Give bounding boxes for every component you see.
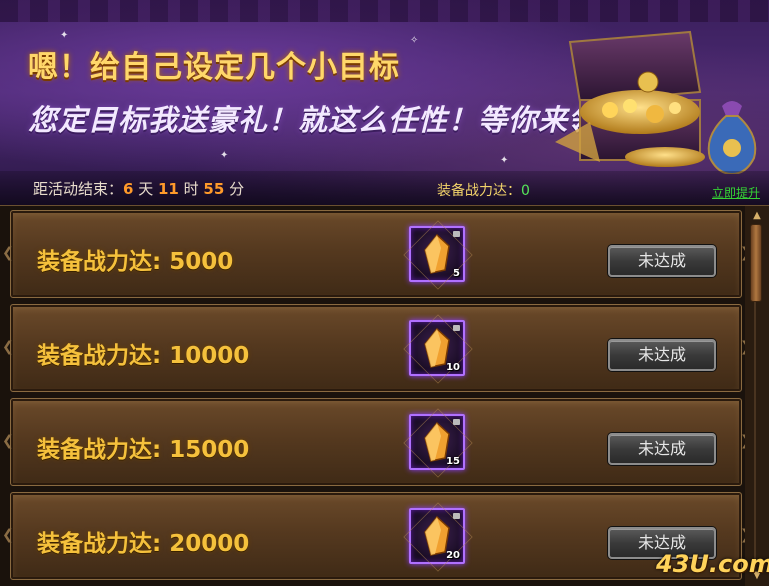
banner-curtain xyxy=(0,0,769,22)
reward-quantity: 5 xyxy=(453,268,460,279)
reward-quantity: 15 xyxy=(446,456,460,467)
sparkle-icon: ✦ xyxy=(60,30,69,41)
lock-icon xyxy=(453,325,460,331)
reward-quantity: 10 xyxy=(446,362,460,373)
row-ornament-icon: ❮ xyxy=(2,433,14,449)
goal-row: ❮ ❯ 装备战力达: 20000 20 未达成 xyxy=(2,492,745,580)
row-ornament-icon: ❮ xyxy=(2,339,14,355)
countdown-hours: 11 xyxy=(158,180,179,198)
orange-crystal-icon xyxy=(424,234,450,274)
reward-item-slot[interactable]: 20 xyxy=(403,502,473,572)
goal-row: ❮ ❯ 装备战力达: 10000 10 未达成 xyxy=(2,304,745,392)
goal-requirement: 装备战力达: 20000 xyxy=(37,531,250,557)
banner-headline: 嗯！给自己设定几个小目标 xyxy=(28,50,400,85)
countdown-minutes-unit: 分 xyxy=(224,180,245,198)
lock-icon xyxy=(453,231,460,237)
countdown-days: 6 xyxy=(123,180,134,198)
reward-item-slot[interactable]: 10 xyxy=(403,314,473,384)
lock-icon xyxy=(453,513,460,519)
countdown-minutes: 55 xyxy=(203,180,225,198)
current-power: 装备战力达：0 xyxy=(437,180,530,200)
treasure-chest-icon xyxy=(555,30,705,167)
countdown-prefix: 距活动结束： xyxy=(33,180,124,198)
banner-subline: 您定目标我送豪礼！就这么任性！等你来领！ xyxy=(28,103,629,137)
event-banner: ✦ ✦ ✧ ✦ 嗯！给自己设定几个小目标 您定目标我送豪礼！就这么任性！等你来领… xyxy=(0,0,769,206)
claim-button-not-achieved[interactable]: 未达成 xyxy=(608,433,716,465)
row-ornament-icon: ❮ xyxy=(2,527,14,543)
goal-requirement: 装备战力达: 5000 xyxy=(37,249,234,275)
sparkle-icon: ✦ xyxy=(500,155,509,166)
current-power-label: 装备战力达： xyxy=(437,183,521,199)
goal-row: ❮ ❯ 装备战力达: 15000 15 未达成 xyxy=(2,398,745,486)
countdown-timer: 距活动结束：6 天 11 时 55 分 xyxy=(33,178,244,199)
scroll-thumb[interactable] xyxy=(750,224,762,302)
goal-list[interactable]: ❮ ❯ 装备战力达: 5000 5 未达成 ❮ ❯ 装备战力达: 10000 1… xyxy=(0,206,745,586)
countdown-hours-unit: 时 xyxy=(178,180,204,198)
countdown-days-unit: 天 xyxy=(133,180,158,198)
goal-requirement: 装备战力达: 10000 xyxy=(37,343,250,369)
claim-button-not-achieved[interactable]: 未达成 xyxy=(608,245,716,277)
money-bag-icon xyxy=(707,101,757,174)
reward-quantity: 20 xyxy=(446,550,460,561)
site-watermark: 43U.com xyxy=(656,550,769,578)
goal-requirement: 装备战力达: 15000 xyxy=(37,437,250,463)
sparkle-icon: ✧ xyxy=(410,35,419,46)
reward-item-slot[interactable]: 15 xyxy=(403,408,473,478)
claim-button-not-achieved[interactable]: 未达成 xyxy=(608,339,716,371)
sparkle-icon: ✦ xyxy=(220,150,229,161)
reward-item-slot[interactable]: 5 xyxy=(403,220,473,290)
scrollbar[interactable]: ▲ ▼ xyxy=(745,206,769,586)
lock-icon xyxy=(453,419,460,425)
arrow-up-icon[interactable]: ▲ xyxy=(749,210,765,222)
row-ornament-icon: ❮ xyxy=(2,245,14,261)
current-power-value: 0 xyxy=(521,183,530,199)
goal-row: ❮ ❯ 装备战力达: 5000 5 未达成 xyxy=(2,210,745,298)
upgrade-now-link[interactable]: 立即提升 xyxy=(712,184,760,201)
